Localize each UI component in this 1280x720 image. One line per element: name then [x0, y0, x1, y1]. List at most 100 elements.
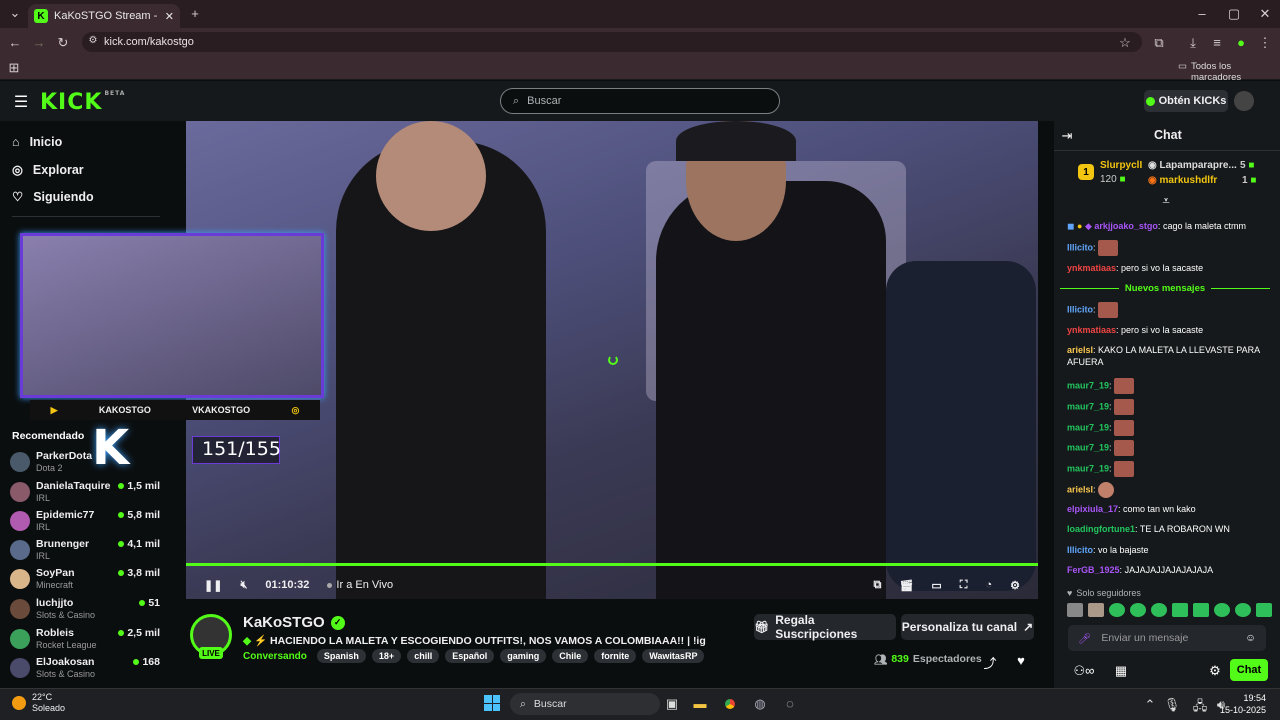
- fullscreen-icon[interactable]: ⛶: [960, 579, 968, 592]
- emoji-picker-icon[interactable]: ☺: [1245, 632, 1256, 644]
- recommended-channel[interactable]: Epidemic77 IRL 5,8 mil: [10, 507, 160, 535]
- all-bookmarks-folder[interactable]: ▭ Todos los marcadores: [1178, 61, 1280, 83]
- emote-icon[interactable]: [1151, 603, 1167, 617]
- tag[interactable]: 18+: [371, 649, 402, 663]
- chat-username[interactable]: maur7_19: [1067, 380, 1109, 390]
- recommended-channel[interactable]: Brunenger IRL 4,1 mil: [10, 536, 160, 564]
- settings-gear-icon[interactable]: ⚙: [1010, 579, 1020, 592]
- tag[interactable]: Spanish: [316, 649, 366, 663]
- close-tab-icon[interactable]: ✕: [165, 10, 174, 23]
- chat-username[interactable]: maur7_19: [1067, 401, 1109, 411]
- microphone-icon[interactable]: 🎤︎: [1078, 632, 1091, 645]
- chat-username[interactable]: Illicito: [1067, 545, 1093, 555]
- video-progress-bar[interactable]: [186, 563, 1038, 566]
- browser-tab[interactable]: K KaKoSTGO Stream - Watch Live ✕: [28, 4, 180, 28]
- chat-users-icon[interactable]: ⚇∞: [1072, 663, 1096, 679]
- chat-message[interactable]: arielsl:: [1067, 482, 1267, 498]
- chat-store-icon[interactable]: ▦: [1114, 663, 1128, 679]
- minimize-icon[interactable]: –: [1195, 6, 1209, 21]
- microphone-tray-icon[interactable]: 🎙︎: [1164, 697, 1181, 713]
- chat-settings-icon[interactable]: ⚙: [1208, 663, 1222, 679]
- kick-logo[interactable]: KICK BETA: [40, 90, 125, 115]
- back-icon[interactable]: ←: [8, 35, 22, 50]
- maximize-icon[interactable]: ▢: [1227, 6, 1241, 22]
- chat-message[interactable]: maur7_19:: [1067, 420, 1267, 436]
- emote-icon[interactable]: [1130, 603, 1146, 617]
- url-field[interactable]: kick.com/kakostgo: [82, 32, 1142, 52]
- chat-username[interactable]: FerGB_1925: [1067, 565, 1120, 575]
- chat-message[interactable]: maur7_19:: [1067, 378, 1267, 394]
- file-explorer-icon[interactable]: ▬: [692, 696, 708, 711]
- emote-icon[interactable]: [1193, 603, 1209, 617]
- chat-username[interactable]: maur7_19: [1067, 463, 1109, 473]
- chat-username[interactable]: ynkmatiaas: [1067, 263, 1116, 273]
- tag[interactable]: gaming: [500, 649, 547, 663]
- chat-message[interactable]: ◼ ● ◆ arkjjoako_stgo: cago la maleta ctm…: [1067, 220, 1267, 232]
- leaderboard-row[interactable]: ◉ markushdlfr: [1148, 175, 1217, 186]
- sidebar-item-home[interactable]: ⌂ Inicio: [12, 135, 62, 149]
- recommended-channel[interactable]: ElJoakosan Slots & Casino 168: [10, 654, 160, 682]
- extensions-icon[interactable]: ⧉: [1152, 35, 1166, 51]
- search-input[interactable]: ⌕ Buscar: [500, 88, 780, 114]
- gift-subs-button[interactable]: 🎁︎ Regala Suscripciones: [754, 613, 896, 641]
- chat-message[interactable]: ynkmatiaas: pero si vo la sacaste: [1067, 262, 1267, 274]
- get-kicks-button[interactable]: Obtén KICKs: [1144, 90, 1228, 112]
- tag[interactable]: Chile: [552, 649, 589, 663]
- chat-message[interactable]: maur7_19:: [1067, 461, 1267, 477]
- recommended-channel[interactable]: Robleis Rocket League 2,5 mil: [10, 625, 160, 653]
- tag[interactable]: chill: [407, 649, 440, 663]
- chat-username[interactable]: maur7_19: [1067, 422, 1109, 432]
- emote-icon[interactable]: [1109, 603, 1125, 617]
- chat-message[interactable]: maur7_19:: [1067, 399, 1267, 415]
- leaderboard-top-user[interactable]: SlurpyclI: [1100, 160, 1142, 171]
- window-close-icon[interactable]: ✕: [1258, 6, 1272, 22]
- speed-icon[interactable]: ◔: [985, 579, 992, 592]
- sidebar-item-explore[interactable]: ◎ Explorar: [12, 162, 84, 178]
- chat-username[interactable]: ynkmatiaas: [1067, 325, 1116, 335]
- tag[interactable]: WawitasRP: [642, 649, 705, 663]
- tag[interactable]: fornite: [594, 649, 637, 663]
- tab-list-icon[interactable]: ⌄: [8, 5, 22, 20]
- emote-icon[interactable]: [1214, 603, 1230, 617]
- expand-leaderboard-icon[interactable]: ⩡: [1160, 193, 1172, 209]
- chat-username[interactable]: arielsl: [1067, 345, 1093, 355]
- share-icon[interactable]: ⤴: [984, 653, 997, 672]
- forward-icon[interactable]: →: [32, 35, 46, 50]
- media-icon[interactable]: ≡: [1210, 35, 1224, 50]
- category-link[interactable]: Conversando: [243, 651, 307, 662]
- recommended-channel[interactable]: DanielaTaquire IRL 1,5 mil: [10, 478, 160, 506]
- chat-username[interactable]: maur7_19: [1067, 442, 1109, 452]
- collapse-chat-icon[interactable]: ⇥: [1060, 128, 1074, 144]
- leaderboard-row[interactable]: ◉ Lapamparapre...: [1148, 160, 1237, 171]
- system-clock[interactable]: 19:54 15-10-2025: [1220, 692, 1266, 716]
- chat-message[interactable]: Illicito:: [1067, 302, 1267, 318]
- new-tab-icon[interactable]: +: [188, 6, 202, 21]
- recommended-channel[interactable]: ParkerDota Dota 2: [10, 448, 160, 476]
- chat-message[interactable]: FerGB_1925: JAJAJAJJAJAJAJAJA: [1067, 564, 1267, 576]
- customize-channel-button[interactable]: Personaliza tu canal ↗: [901, 614, 1034, 640]
- bookmark-star-icon[interactable]: ☆: [1118, 35, 1132, 51]
- task-view-icon[interactable]: ▣: [664, 696, 680, 712]
- taskbar-search[interactable]: ⌕ Buscar: [510, 693, 660, 715]
- user-avatar[interactable]: [1234, 91, 1254, 111]
- chat-input[interactable]: 🎤︎ Enviar un mensaje ☺: [1068, 625, 1266, 651]
- app-icon[interactable]: ◍: [752, 696, 768, 712]
- network-icon[interactable]: 🖧︎: [1188, 697, 1212, 719]
- sidebar-item-following[interactable]: ♡ Siguiendo: [12, 189, 94, 205]
- chat-username[interactable]: Illicito: [1067, 242, 1093, 252]
- apps-grid-icon[interactable]: ⊞: [8, 60, 20, 76]
- tag[interactable]: Español: [445, 649, 495, 663]
- chat-username[interactable]: arkjjoako_stgo: [1094, 221, 1158, 231]
- go-live-button[interactable]: Ir a En Vivo: [327, 579, 393, 591]
- chat-username[interactable]: loadingfortune1: [1067, 524, 1135, 534]
- theater-mode-icon[interactable]: ▭: [931, 579, 941, 592]
- menu-kebab-icon[interactable]: ⋮: [1258, 35, 1272, 51]
- emote-icon[interactable]: [1235, 603, 1251, 617]
- follow-icon[interactable]: ♥: [1015, 653, 1027, 668]
- recommended-channel[interactable]: SoyPan Minecraft 3,8 mil: [10, 565, 160, 593]
- pause-icon[interactable]: ❚❚: [204, 579, 222, 592]
- chat-message[interactable]: maur7_19:: [1067, 440, 1267, 456]
- windows-start-icon[interactable]: [484, 695, 500, 711]
- chat-message[interactable]: elpixiula_17: como tan wn kako: [1067, 503, 1267, 515]
- reload-icon[interactable]: ↻: [56, 35, 70, 51]
